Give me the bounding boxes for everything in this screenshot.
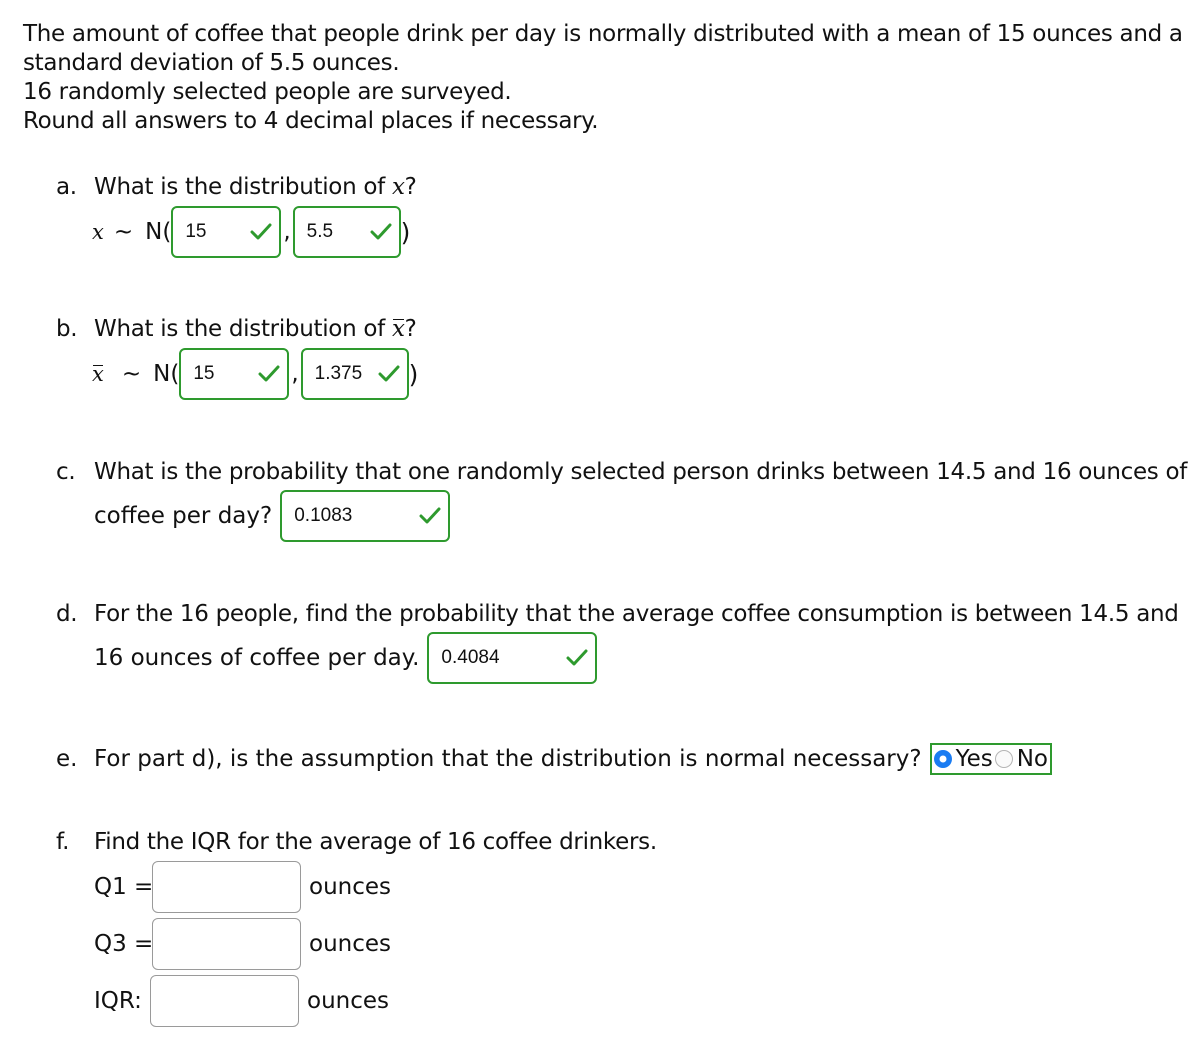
mean-value: 15 <box>193 363 215 384</box>
mean-input-a[interactable]: 15 <box>171 206 282 258</box>
question-letter: a. <box>56 174 77 200</box>
close-paren: ) <box>408 359 419 389</box>
question-b: b. What is the distribution of x? <box>56 316 417 342</box>
variable-x-bar: x <box>92 362 104 386</box>
radio-yes[interactable] <box>933 750 952 768</box>
intro-line: standard deviation of 5.5 ounces. <box>23 50 400 76</box>
question-letter: e. <box>56 746 78 772</box>
variable-x: x <box>391 174 405 200</box>
q1-label: Q1 = <box>94 874 154 900</box>
distribution-row-b: x ∼ N( 15 , 1.375 ) <box>92 348 418 400</box>
question-text: What is the distribution of <box>94 316 392 342</box>
question-mark: ? <box>404 316 417 342</box>
check-icon <box>258 365 280 382</box>
answer-row-d: 16 ounces of coffee per day. 0.4084 <box>94 632 598 684</box>
check-icon <box>370 223 392 240</box>
question-text: For the 16 people, find the probability … <box>94 601 1179 627</box>
sd-value: 1.375 <box>314 363 363 384</box>
q3-row: Q3 = ounces <box>94 918 391 970</box>
comma: , <box>291 361 299 387</box>
question-text: coffee per day? <box>94 503 273 529</box>
mean-input-b[interactable]: 15 <box>179 348 290 400</box>
sd-input-a[interactable]: 5.5 <box>292 206 401 258</box>
sd-input-b[interactable]: 1.375 <box>300 348 409 400</box>
question-c: c. What is the probability that one rando… <box>56 459 1187 485</box>
probability-input-c[interactable]: 0.1083 <box>280 490 451 542</box>
intro-line: 16 randomly selected people are surveyed… <box>23 79 512 105</box>
variable-x: x <box>92 220 104 244</box>
question-text: 16 ounces of coffee per day. <box>94 645 420 671</box>
q3-input[interactable] <box>152 918 301 970</box>
question-text: Find the IQR for the average of 16 coffe… <box>94 829 657 855</box>
question-e: e. For part d), is the assumption that t… <box>56 743 1052 775</box>
q1-input[interactable] <box>152 861 301 913</box>
intro-line: Round all answers to 4 decimal places if… <box>23 108 599 134</box>
question-d: d. For the 16 people, find the probabilit… <box>56 601 1179 627</box>
close-paren: ) <box>400 217 411 247</box>
answer-value: 0.4084 <box>441 647 500 668</box>
comma: , <box>283 219 291 245</box>
tilde-symbol: ∼ <box>113 219 134 245</box>
iqr-label: IQR: <box>94 988 142 1014</box>
distribution-row-a: x ∼ N( 15 , 5.5 ) <box>92 206 410 258</box>
question-letter: f. <box>56 829 70 855</box>
tilde-symbol: ∼ <box>121 361 142 387</box>
intro-line: The amount of coffee that people drink p… <box>23 21 1183 47</box>
check-icon <box>250 223 272 240</box>
q3-label: Q3 = <box>94 931 154 957</box>
normal-assumption-radio-group: Yes No <box>929 743 1052 775</box>
unit-label: ounces <box>309 874 392 900</box>
question-a: a. What is the distribution of x? <box>56 174 417 200</box>
unit-label: ounces <box>309 931 392 957</box>
probability-input-d[interactable]: 0.4084 <box>427 632 598 684</box>
question-text: What is the distribution of <box>94 174 392 200</box>
answer-value: 0.1083 <box>294 505 353 526</box>
question-text: For part d), is the assumption that the … <box>94 746 922 772</box>
question-letter: c. <box>56 459 76 485</box>
check-icon <box>419 507 441 524</box>
check-icon <box>566 649 588 666</box>
sd-value: 5.5 <box>306 221 334 242</box>
question-text: What is the probability that one randoml… <box>94 459 1188 485</box>
answer-row-c: coffee per day? 0.1083 <box>94 490 451 542</box>
iqr-input[interactable] <box>150 975 299 1027</box>
variable-x-bar: x <box>391 316 405 342</box>
mean-value: 15 <box>185 221 207 242</box>
radio-yes-label[interactable]: Yes <box>956 746 993 772</box>
q1-row: Q1 = ounces <box>94 861 391 913</box>
question-f: f. Find the IQR for the average of 16 cof… <box>56 829 657 855</box>
problem-statement: The amount of coffee that people drink p… <box>23 20 1193 136</box>
normal-open: N( <box>145 219 172 245</box>
check-icon <box>378 365 400 382</box>
question-letter: b. <box>56 316 78 342</box>
radio-no-label[interactable]: No <box>1017 746 1048 772</box>
question-letter: d. <box>56 601 78 627</box>
question-mark: ? <box>404 174 417 200</box>
unit-label: ounces <box>307 988 390 1014</box>
iqr-row: IQR: ounces <box>94 975 389 1027</box>
normal-open: N( <box>153 361 180 387</box>
radio-no[interactable] <box>994 750 1013 768</box>
